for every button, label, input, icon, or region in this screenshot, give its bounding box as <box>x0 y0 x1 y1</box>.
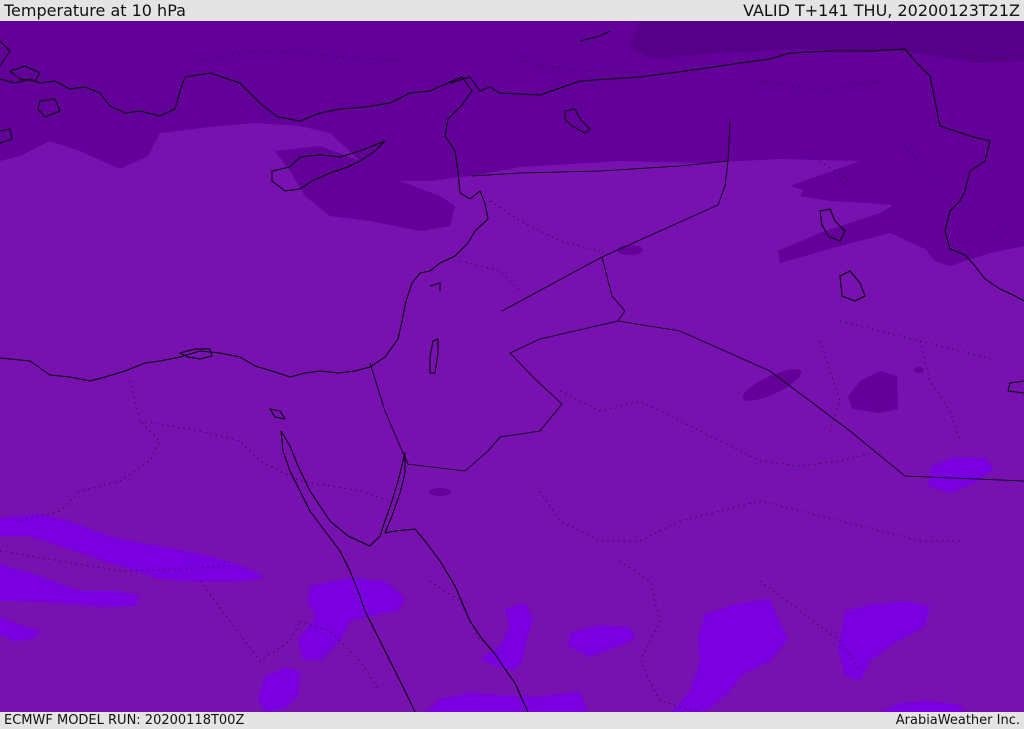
map-title: Temperature at 10 hPa <box>4 1 186 20</box>
model-run: ECMWF MODEL RUN: 20200118T00Z <box>4 713 245 728</box>
bottom-bar: ECMWF MODEL RUN: 20200118T00Z ArabiaWeat… <box>0 712 1024 729</box>
field-cold-patch-4 <box>429 488 451 496</box>
top-bar: Temperature at 10 hPa VALID T+141 THU, 2… <box>0 0 1024 21</box>
credit: ArabiaWeather Inc. <box>895 713 1020 728</box>
temperature-map <box>0 21 1024 712</box>
valid-time: VALID T+141 THU, 20200123T21Z <box>743 1 1020 20</box>
field-cold-patch-3 <box>617 245 643 255</box>
field-cold-patch-5 <box>914 367 924 373</box>
